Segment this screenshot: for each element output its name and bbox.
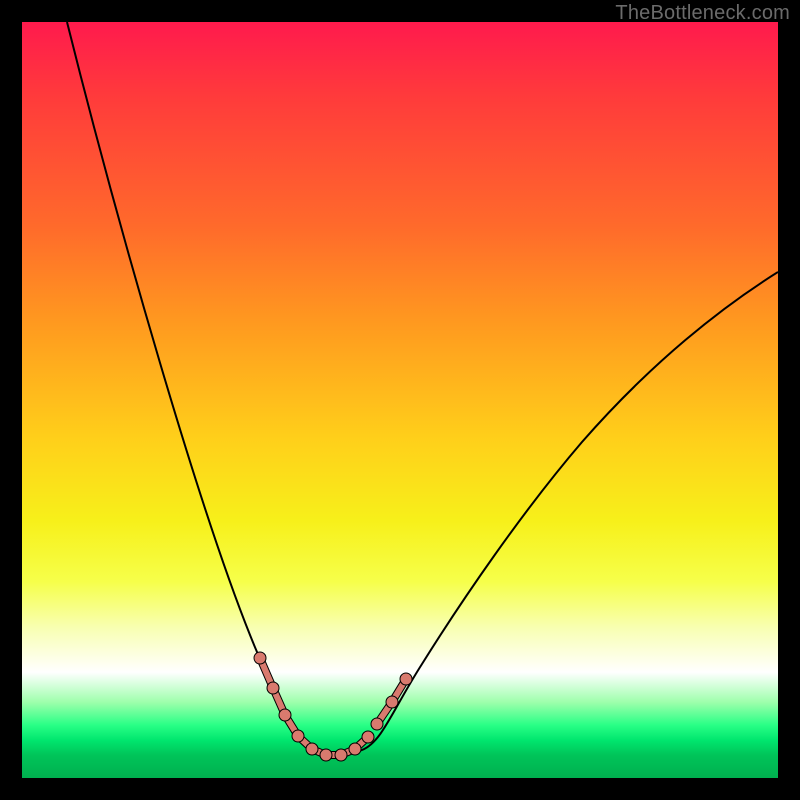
bottleneck-curve — [67, 22, 778, 755]
trough-dot — [320, 749, 332, 761]
trough-dot — [254, 652, 266, 664]
trough-dot — [400, 673, 412, 685]
trough-dot — [335, 749, 347, 761]
trough-dot — [267, 682, 279, 694]
curve-plot — [22, 22, 778, 778]
trough-dot — [292, 730, 304, 742]
trough-dot — [279, 709, 291, 721]
trough-dot — [371, 718, 383, 730]
trough-dot — [362, 731, 374, 743]
trough-dot — [306, 743, 318, 755]
trough-dot — [349, 743, 361, 755]
watermark: TheBottleneck.com — [615, 2, 790, 25]
trough-dot — [386, 696, 398, 708]
